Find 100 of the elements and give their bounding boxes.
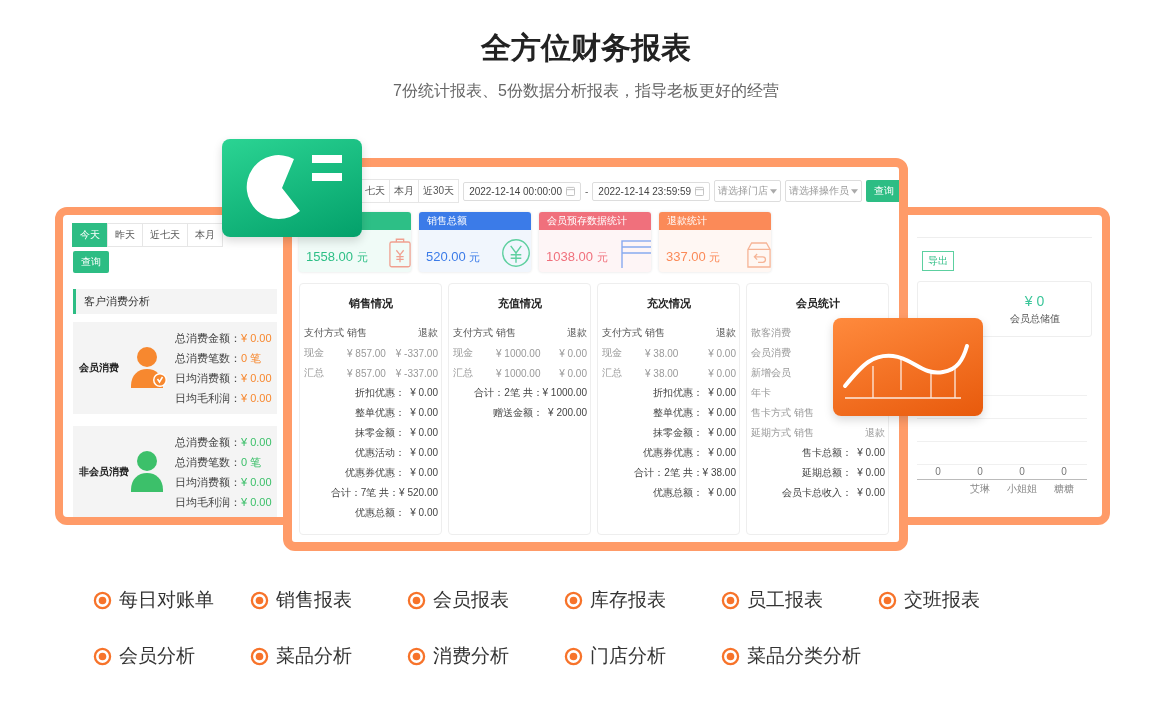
table-title: 会员统计 [795,296,841,311]
chart-value: 0 [1061,466,1067,477]
table-cell-text: 销售 [496,326,517,340]
table-cell: ¥ -337.00 [395,367,438,379]
feature-label: 菜品分析 [276,644,352,668]
stat-line: 日均毛利润：¥ 0.00 [175,390,272,406]
summary-line: 售卡总额： ¥ 0.00 [801,446,885,460]
table-cell: 支付方式 [453,326,494,340]
feature-label: 员工报表 [747,588,823,612]
table-cell: ¥ 0.00 [708,347,736,359]
table-cell-text: ¥ 1000.00 [496,347,542,359]
radio-icon [250,590,269,610]
feature-label: 菜品分类分析 [747,644,861,668]
table-cell-text: 销售 [645,326,666,340]
summary-line: 合计：7笔 共：¥ 520.00 [330,486,438,500]
table-cell: 散客消费 [751,326,792,340]
end-time-field[interactable]: 2022-12-14 23:59:59 [592,181,711,201]
summary-line: 整单优惠： ¥ 0.00 [652,406,736,420]
summary-line: 延期总额： ¥ 0.00 [801,466,885,480]
start-time-field[interactable]: 2022-12-14 00:00:00 [463,181,581,201]
table-cell: 售卡方式 [751,406,792,420]
summary-line: 抹零金额： ¥ 0.00 [354,426,438,440]
table-cell: 会员消费 [751,346,792,360]
total-value: ¥ 0 [1024,292,1045,309]
card-icon [621,240,651,268]
card-value: 1038.00 元 [546,249,608,266]
group-label: 会员消费 [79,361,120,375]
summary-line: 合计：2笔 共：¥ 38.00 [634,466,736,480]
feature-label: 库存报表 [590,588,666,612]
chart-value: 0 [935,466,941,477]
table-cell-text: ¥ 38.00 [645,367,680,379]
table-title: 充值情况 [497,296,543,311]
axis-label: 艾琳 [970,482,990,496]
table-cell: ¥ 0.00 [559,347,587,359]
table-cell-text: 汇总 [453,366,474,380]
stat-line: 总消费笔数：0 笔 [175,350,263,366]
stat-line: 总消费金额：¥ 0.00 [175,330,272,346]
summary-line: 优惠总额： ¥ 0.00 [354,506,438,520]
card-value: 1558.00 元 [306,249,368,266]
feature-label: 销售报表 [276,588,352,612]
card-header: 会员预存数据统计 [539,212,651,230]
stat-line: 总消费笔数：0 笔 [175,454,263,470]
date-tab[interactable]: 本月 [187,223,223,247]
summary-line: 赠送金额： ¥ 200.00 [492,406,587,420]
clipboard-icon [389,238,411,268]
table-cell-text: 汇总 [304,366,325,380]
table-cell-text: ¥ 1000.00 [496,367,542,379]
radio-icon [93,646,112,666]
table-cell-text: 现金 [453,346,474,360]
total-label: 会员总储值 [1009,311,1060,326]
card-value: 337.00 元 [666,249,721,266]
summary-line: 优惠券优惠： ¥ 0.00 [344,466,438,480]
table-cell-text: 销售 [794,426,815,440]
stat-line: 日均消费额：¥ 0.00 [175,474,272,490]
group-label: 非会员消费 [79,465,129,479]
feature-label: 每日对账单 [119,588,214,612]
summary-line: 折扣优惠： ¥ 0.00 [354,386,438,400]
section-title: 客户消费分析 [73,289,277,314]
radio-icon [564,646,583,666]
stat-line: 日均毛利润：¥ 0.00 [175,494,272,510]
table-cell: ¥ 0.00 [708,367,736,379]
chart-value: 0 [977,466,983,477]
table-cell: ¥ 0.00 [559,367,587,379]
table-cell: 支付方式 [602,326,643,340]
radio-icon [407,646,426,666]
axis-label: 糖糖 [1054,482,1074,496]
table-cell-text: 汇总 [602,366,623,380]
table-cell: 延期方式 [751,426,792,440]
range-separator: - [585,185,589,197]
table-cell-text: 销售 [347,326,368,340]
card-value: 520.00 元 [426,249,481,266]
summary-line: 会员卡总收入： ¥ 0.00 [781,486,885,500]
summary-line: 整单优惠： ¥ 0.00 [354,406,438,420]
table-title: 销售情况 [347,296,394,311]
table-cell: 退款 [716,326,736,340]
feature-label: 消费分析 [433,644,509,668]
table-cell-text: 现金 [602,346,623,360]
radio-icon [250,646,269,666]
calendar-icon [695,186,705,196]
chart-value: 0 [1019,466,1025,477]
date-tab[interactable]: 昨天 [107,223,143,247]
table-cell-text: 现金 [304,346,325,360]
table-cell-text: ¥ 857.00 [347,367,387,379]
summary-line: 优惠活动： ¥ 0.00 [354,446,438,460]
stat-line: 总消费金额：¥ 0.00 [175,434,272,450]
date-tab[interactable]: 近30天 [418,179,460,203]
table-cell-text: 销售 [794,406,815,420]
calendar-icon [566,186,575,196]
summary-line: 合计：2笔 共：¥ 1000.00 [474,386,587,400]
card-header: 销售总额 [419,212,531,230]
radio-icon [878,590,897,610]
axis-label: 小姐姐 [1007,482,1037,496]
table-title: 充次情况 [646,296,692,311]
box-icon [747,242,771,268]
date-tab[interactable]: 本月 [389,179,419,203]
radio-icon [93,590,112,610]
date-tab[interactable]: 七天 [360,179,390,203]
coin-icon [501,238,531,268]
date-tab[interactable]: 近七天 [142,223,188,247]
table-cell: 退款 [567,326,587,340]
